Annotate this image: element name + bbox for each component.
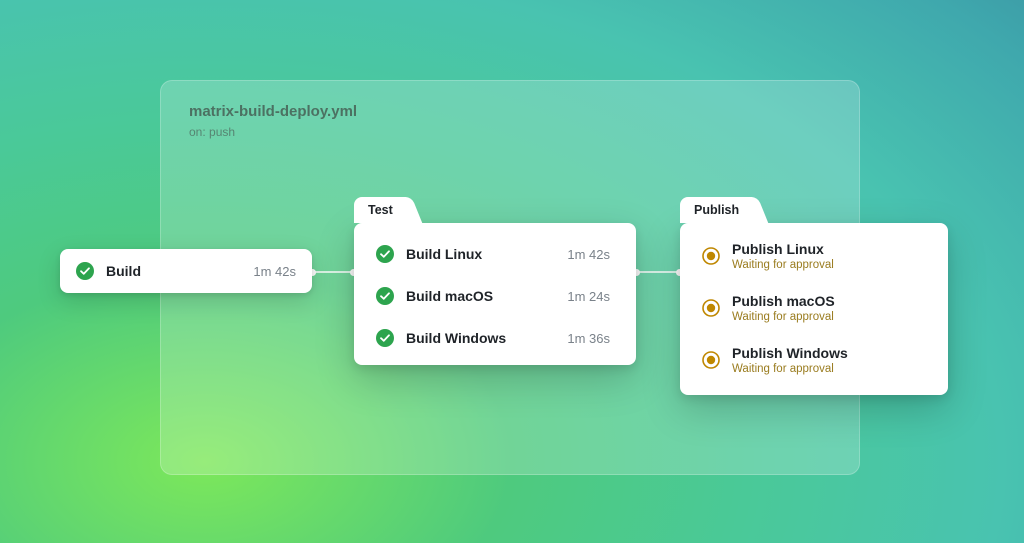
job-row[interactable]: Publish Windows Waiting for approval [680, 337, 948, 389]
group-tab-publish: Publish [680, 197, 753, 223]
job-name: Build Windows [406, 330, 567, 346]
job-name: Build [106, 263, 253, 279]
job-group-test[interactable]: Test Build Linux 1m 42s Build macOS 1m 2… [354, 223, 636, 365]
job-row[interactable]: Publish macOS Waiting for approval [680, 285, 948, 337]
job-status-text: Waiting for approval [732, 363, 926, 375]
pending-circle-icon [702, 351, 720, 369]
job-status-text: Waiting for approval [732, 311, 926, 323]
job-row[interactable]: Build Windows 1m 36s [354, 317, 636, 359]
group-body: Publish Linux Waiting for approval Publi… [680, 223, 948, 395]
job-name: Publish Linux [732, 241, 926, 257]
job-row[interactable]: Build Linux 1m 42s [354, 233, 636, 275]
job-duration: 1m 42s [567, 247, 610, 262]
check-circle-icon [76, 262, 94, 280]
connector-build-to-test [312, 271, 354, 273]
connector-test-to-publish [636, 271, 680, 273]
workflow-trigger: on: push [189, 125, 235, 139]
check-circle-icon [376, 287, 394, 305]
group-tab-test: Test [354, 197, 407, 223]
job-row[interactable]: Publish Linux Waiting for approval [680, 233, 948, 285]
job-name: Build Linux [406, 246, 567, 262]
group-label: Test [368, 203, 393, 217]
group-label: Publish [694, 203, 739, 217]
job-duration: 1m 24s [567, 289, 610, 304]
job-status-text: Waiting for approval [732, 259, 926, 271]
job-row[interactable]: Build macOS 1m 24s [354, 275, 636, 317]
job-name: Build macOS [406, 288, 567, 304]
workflow-filename: matrix-build-deploy.yml [189, 103, 357, 120]
check-circle-icon [376, 329, 394, 347]
pending-circle-icon [702, 247, 720, 265]
job-name: Publish macOS [732, 293, 926, 309]
group-body: Build Linux 1m 42s Build macOS 1m 24s Bu… [354, 223, 636, 365]
job-duration: 1m 42s [253, 264, 296, 279]
job-name: Publish Windows [732, 345, 926, 361]
pending-circle-icon [702, 299, 720, 317]
check-circle-icon [376, 245, 394, 263]
job-card-build[interactable]: Build 1m 42s [60, 249, 312, 293]
job-group-publish[interactable]: Publish Publish Linux Waiting for approv… [680, 223, 948, 395]
job-duration: 1m 36s [567, 331, 610, 346]
